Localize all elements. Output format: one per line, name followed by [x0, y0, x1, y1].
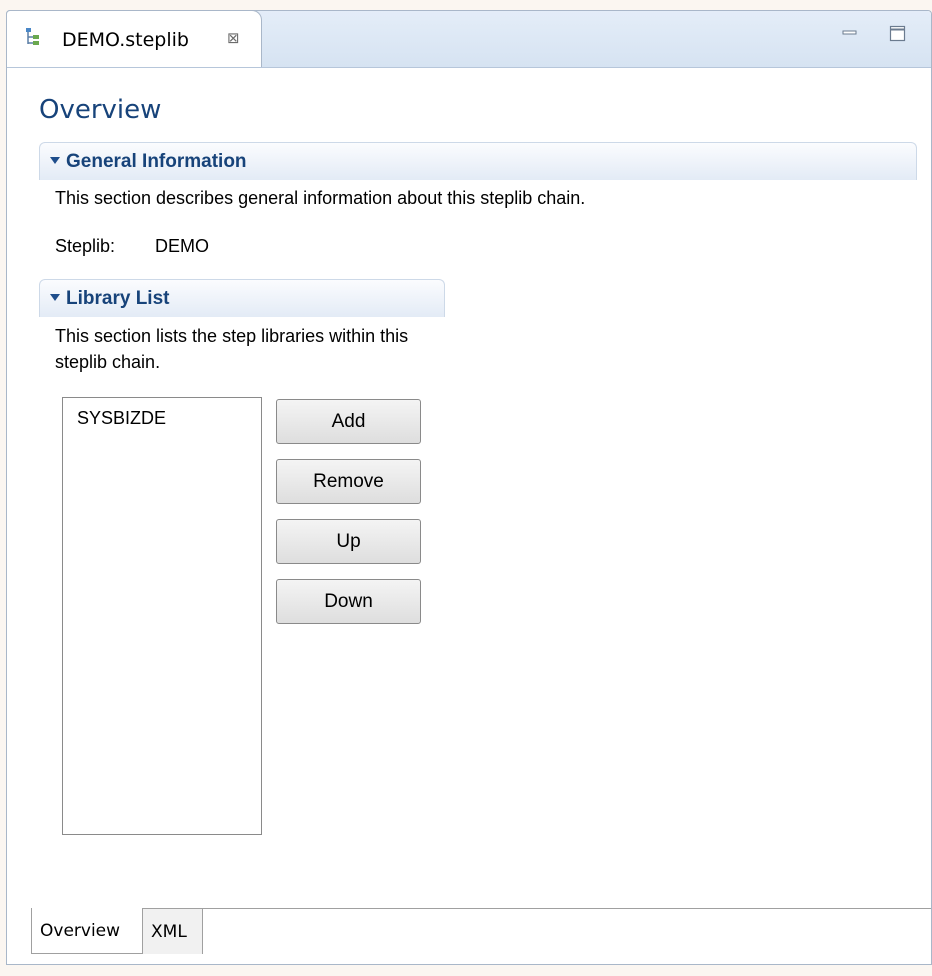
library-list-description: This section lists the step libraries wi…	[55, 326, 409, 372]
general-information-title: General Information	[66, 151, 247, 172]
list-item[interactable]: SYSBIZDE	[63, 398, 261, 429]
close-icon[interactable]: ⊠	[227, 29, 240, 47]
steplib-tree-icon	[25, 27, 41, 47]
add-button[interactable]: Add	[276, 399, 421, 444]
tab-divider	[203, 908, 931, 909]
general-information-header[interactable]: General Information	[39, 142, 917, 180]
down-button[interactable]: Down	[276, 579, 421, 624]
editor-page-tabs: Overview XML	[7, 908, 931, 964]
remove-button[interactable]: Remove	[276, 459, 421, 504]
library-list-header[interactable]: Library List	[39, 279, 445, 317]
maximize-icon[interactable]	[887, 23, 909, 45]
steplib-editor: DEMO.steplib ⊠ Overview General Informat…	[6, 10, 932, 965]
steplib-label: Steplib:	[55, 236, 116, 256]
minimize-icon[interactable]	[839, 23, 861, 45]
general-information-description: This section describes general informati…	[55, 188, 586, 208]
editor-tab-strip: DEMO.steplib ⊠	[6, 10, 931, 68]
tab-xml[interactable]: XML	[143, 908, 203, 954]
steplib-value: DEMO	[155, 236, 209, 256]
collapse-triangle-icon[interactable]	[50, 294, 60, 301]
editor-tab[interactable]: DEMO.steplib ⊠	[6, 10, 262, 67]
page-title: Overview	[39, 95, 162, 125]
tab-overview[interactable]: Overview	[31, 908, 143, 954]
editor-tab-title: DEMO.steplib	[62, 29, 189, 51]
up-button[interactable]: Up	[276, 519, 421, 564]
overview-form: Overview General Information This sectio…	[7, 67, 931, 908]
collapse-triangle-icon[interactable]	[50, 157, 60, 164]
library-list-title: Library List	[66, 288, 170, 309]
library-listbox[interactable]: SYSBIZDE	[62, 397, 262, 835]
